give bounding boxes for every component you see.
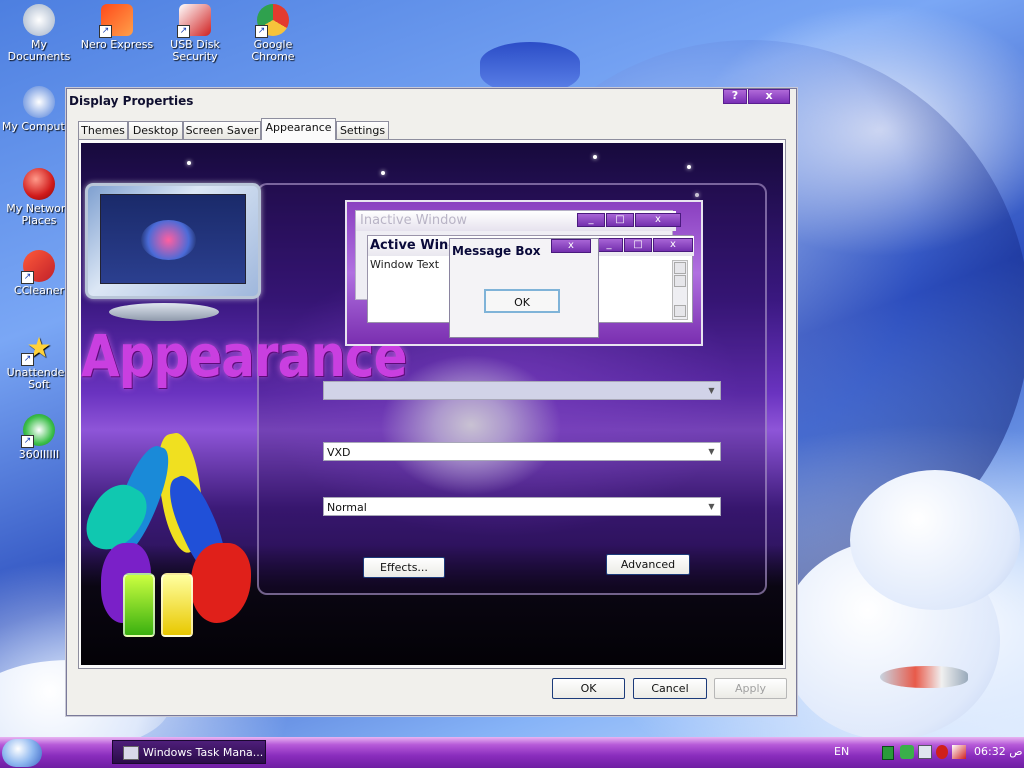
tab-themes[interactable]: Themes (78, 121, 128, 139)
360-icon: ↗ (21, 414, 55, 448)
maximize-icon: □ (624, 238, 652, 252)
message-box-ok-preview: OK (484, 289, 560, 313)
apply-button[interactable]: Apply (714, 678, 787, 699)
desktop-icon-label: Unattended Soft (6, 366, 72, 391)
close-icon: x (653, 238, 693, 252)
desktop-icon-label: CCleaner (13, 284, 65, 297)
sparkle (687, 165, 691, 169)
desktop-icon-nero-express[interactable]: ↗ Nero Express (78, 4, 156, 51)
paint-bottle-yellow (161, 573, 193, 637)
chrome-icon: ↗ (255, 4, 289, 38)
advanced-button[interactable]: Advanced (606, 554, 690, 575)
taskbar-item-label: Windows Task Mana... (143, 746, 264, 759)
windows-and-buttons-select[interactable]: ▼ (323, 381, 721, 400)
preview-scrollbar (672, 260, 688, 320)
paint-bottle-green (123, 573, 155, 637)
desktop-icon-label: My Network Places (6, 202, 72, 227)
cancel-button[interactable]: Cancel (633, 678, 707, 699)
task-manager-icon (123, 746, 139, 760)
ccleaner-icon: ↗ (21, 250, 55, 284)
chevron-down-icon: ▼ (708, 502, 715, 511)
flame-icon: ↗ (99, 4, 133, 38)
tab-appearance[interactable]: Appearance (261, 118, 336, 140)
tray-icon-monitor[interactable] (918, 745, 932, 759)
shield-icon: ↗ (177, 4, 211, 38)
appearance-panel: Appearance Inactive Window _ □ x Active … (78, 139, 786, 669)
system-tray: EN 06:32 ص (830, 740, 1024, 765)
sparkle (593, 155, 597, 159)
message-box-preview: Message Box x OK (449, 238, 599, 338)
desktop-icon-usb-disk-security[interactable]: ↗ USB Disk Security (156, 4, 234, 63)
computer-icon (23, 86, 55, 118)
desktop-icon-label: Nero Express (80, 38, 154, 51)
tab-screen-saver[interactable]: Screen Saver (183, 121, 261, 139)
desktop-icon-label: My Documents (7, 38, 71, 63)
tray-icon-shield[interactable] (900, 745, 914, 759)
display-properties-window: Display Properties ? x Themes Desktop Sc… (66, 88, 797, 716)
effects-button[interactable]: Effects... (363, 557, 445, 578)
maximize-icon: □ (606, 213, 634, 227)
desktop-icon-label: Google Chrome (251, 38, 295, 63)
ok-button[interactable]: OK (552, 678, 625, 699)
message-box-buttons: x (550, 239, 591, 253)
color-scheme-value: VXD (327, 446, 351, 459)
active-window-buttons: _ □ x (594, 238, 693, 252)
sparkle (381, 171, 385, 175)
desktop-icon-label: My Computer (1, 120, 77, 133)
fish-decoration (880, 666, 968, 688)
chevron-down-icon: ▼ (708, 447, 715, 456)
monitor-splash (141, 220, 196, 260)
scheme-preview: Inactive Window _ □ x Active Windo _ □ x… (345, 200, 703, 346)
chevron-down-icon: ▼ (708, 386, 715, 395)
network-icon (23, 168, 55, 200)
title-bar[interactable]: Display Properties ? x (67, 89, 796, 115)
taskbar-item-task-manager[interactable]: Windows Task Mana... (112, 740, 266, 764)
close-icon: x (551, 239, 591, 253)
tray-icon-bug[interactable] (936, 745, 948, 759)
minimize-icon: _ (577, 213, 605, 227)
color-scheme-select[interactable]: VXD ▼ (323, 442, 721, 461)
close-icon: x (635, 213, 681, 227)
tab-settings[interactable]: Settings (336, 121, 389, 139)
desktop-icon-my-documents[interactable]: My Documents (0, 4, 78, 63)
wallpaper-cloud (850, 470, 1020, 610)
taskbar: Windows Task Mana... EN 06:32 ص (0, 737, 1024, 768)
wallpaper-globe-cap (480, 42, 580, 94)
start-button[interactable] (2, 739, 42, 767)
globe-folder-icon (23, 4, 55, 36)
inactive-window-buttons: _ □ x (576, 213, 681, 227)
monitor-stand (109, 303, 219, 321)
sparkle (187, 161, 191, 165)
tray-icon-network[interactable] (882, 746, 894, 760)
monitor-screen (100, 194, 246, 284)
font-size-value: Normal (327, 501, 367, 514)
font-size-select[interactable]: Normal ▼ (323, 497, 721, 516)
close-button[interactable]: x (748, 89, 790, 104)
desktop-icon-google-chrome[interactable]: ↗ Google Chrome (234, 4, 312, 63)
monitor-graphic (85, 183, 261, 299)
star-icon: ★ ↗ (21, 332, 55, 366)
desktop-icon-label: USB Disk Security (170, 38, 220, 63)
help-button[interactable]: ? (723, 89, 747, 104)
tab-desktop[interactable]: Desktop (128, 121, 183, 139)
clock[interactable]: 06:32 ص (974, 745, 1023, 758)
language-indicator[interactable]: EN (834, 745, 849, 758)
window-title: Display Properties (69, 94, 194, 108)
tray-icon-usb-security[interactable] (952, 745, 966, 759)
desktop-icon-label: 360IIIIII (18, 448, 60, 461)
window-text-sample: Window Text (370, 258, 440, 271)
